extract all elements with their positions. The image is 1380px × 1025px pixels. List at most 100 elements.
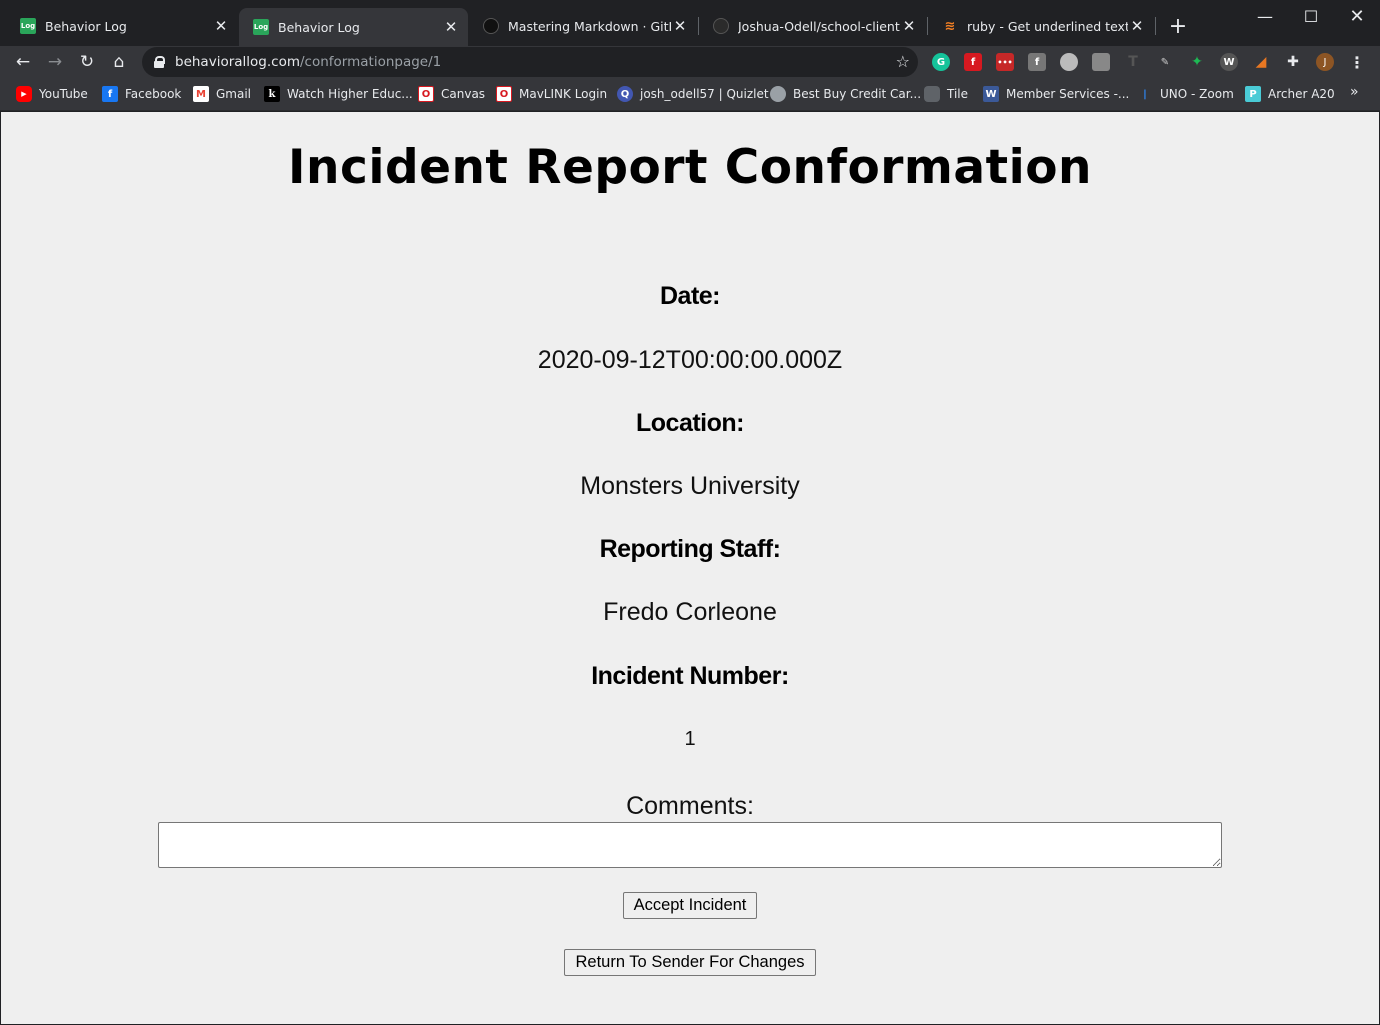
extension-print-icon[interactable] [1092,53,1110,71]
log-favicon-icon: Log [20,18,36,34]
date-label: Date: [659,282,721,310]
extension-red-icon[interactable]: ••• [996,53,1014,71]
extension-pen-icon[interactable]: ✎ [1156,53,1174,71]
incident-number-value: 1 [684,728,696,750]
github-favicon-icon [483,18,499,34]
flash-icon[interactable]: f [964,53,982,71]
url-path: /conformationpage/1 [299,54,442,70]
date-value: 2020-09-12T00:00:00.000Z [537,346,843,374]
bookmark-label: Best Buy Credit Car... [793,87,922,101]
bookmark-label: Member Services -... [1006,87,1130,101]
lock-icon[interactable] [154,56,165,68]
tile-icon [924,86,940,102]
tab-title: Behavior Log [278,19,360,35]
tab-strip: Log Behavior Log ✕ Log Behavior Log ✕ Ma… [0,0,1380,46]
address-bar[interactable]: behaviorallog.com/conformationpage/1 ☆ [142,47,918,77]
github-favicon-icon [713,18,729,34]
bookmark-gmail[interactable]: M Gmail [193,84,251,104]
close-tab-icon[interactable]: ✕ [442,18,460,36]
bookmark-zoom[interactable]: | UNO - Zoom [1137,84,1234,104]
bookmark-label: Tile [947,87,969,101]
close-tab-icon[interactable]: ✕ [1128,17,1146,35]
bookmarks-bar: ▶ YouTube f Facebook M Gmail k Watch Hig… [0,78,1380,111]
tab-title: Joshua-Odell/school-client [738,18,900,34]
bookmark-archer[interactable]: P Archer A20 [1245,84,1335,104]
forward-icon[interactable]: → [42,49,68,75]
member-services-icon: W [983,86,999,102]
close-tab-icon[interactable]: ✕ [212,17,230,35]
reporting-staff-label: Reporting Staff: [599,535,781,563]
bookmark-label: Archer A20 [1268,87,1335,101]
bookmark-canvas[interactable]: O Canvas [418,84,485,104]
browser-tab[interactable]: Log Behavior Log ✕ [6,8,238,44]
url-text[interactable]: behaviorallog.com/conformationpage/1 [175,54,441,70]
location-value: Monsters University [580,472,800,500]
bookmark-star-icon[interactable]: ☆ [896,52,910,71]
extension-square-icon[interactable]: f [1028,53,1046,71]
extensions-puzzle-icon[interactable]: ✚ [1284,53,1302,71]
quizlet-icon: Q [617,86,633,102]
incident-number-label: Incident Number: [591,662,789,690]
bookmark-kanopy[interactable]: k Watch Higher Educ... [264,84,413,104]
browser-tab[interactable]: ≋ ruby - Get underlined text with ✕ [928,8,1154,44]
new-tab-icon[interactable]: + [1166,14,1190,39]
page-content: Incident Report Conformation Date: 2020-… [1,112,1379,1024]
bookmark-facebook[interactable]: f Facebook [102,84,181,104]
bookmark-label: YouTube [39,87,88,101]
comments-label: Comments: [626,792,754,820]
bookmark-label: Canvas [441,87,486,101]
bookmark-label: josh_odell57 | Quizlet [640,87,769,101]
extension-leaf-icon[interactable]: ✦ [1188,53,1206,71]
reporting-staff-value: Fredo Corleone [603,598,777,626]
bookmark-label: Gmail [216,87,252,101]
bookmark-mavlink[interactable]: O MavLINK Login [496,84,607,104]
accept-incident-button[interactable]: Accept Incident [623,892,757,919]
bookmark-label: UNO - Zoom [1160,87,1234,101]
reload-icon[interactable]: ↻ [74,49,100,75]
gmail-icon: M [193,86,209,102]
extension-orange-icon[interactable]: ◢ [1252,53,1270,71]
browser-tab[interactable]: Mastering Markdown · GitHub ✕ [469,8,697,44]
globe-icon [770,86,786,102]
page-title: Incident Report Conformation [288,140,1092,195]
tab-title: Behavior Log [45,18,127,34]
location-label: Location: [636,409,745,437]
maximize-icon[interactable]: ☐ [1288,0,1334,32]
bookmark-youtube[interactable]: ▶ YouTube [16,84,88,104]
bookmark-label: MavLINK Login [519,87,608,101]
bookmark-quizlet[interactable]: Q josh_odell57 | Quizlet [617,84,769,104]
back-icon[interactable]: ← [10,49,36,75]
close-tab-icon[interactable]: ✕ [671,17,689,35]
tab-title: Mastering Markdown · GitHub [508,18,671,34]
tplink-icon: P [1245,86,1261,102]
zoom-icon: | [1143,88,1147,100]
profile-avatar[interactable]: J [1316,53,1334,71]
extension-circle-icon[interactable] [1060,53,1078,71]
extension-t-icon[interactable]: T [1124,53,1142,71]
bookmark-member-services[interactable]: W Member Services -... [983,84,1129,104]
extension-w-icon[interactable]: W [1220,53,1238,71]
bookmark-label: Watch Higher Educ... [287,87,413,101]
home-icon[interactable]: ⌂ [106,49,132,75]
return-to-sender-button[interactable]: Return To Sender For Changes [564,949,816,976]
close-window-icon[interactable]: ✕ [1334,0,1380,32]
menu-kebab-icon[interactable]: ⋮ [1348,53,1366,72]
browser-tab-active[interactable]: Log Behavior Log ✕ [239,8,468,46]
comments-textarea[interactable] [158,822,1222,868]
browser-toolbar: ← → ↻ ⌂ behaviorallog.com/conformationpa… [0,46,1380,78]
browser-tab[interactable]: Joshua-Odell/school-client ✕ [699,8,926,44]
unomaha-icon: O [496,86,512,102]
grammarly-icon[interactable]: G [932,53,950,71]
stackoverflow-favicon-icon: ≋ [944,18,956,34]
bookmark-tile[interactable]: Tile [924,84,968,104]
tab-separator [1155,17,1156,35]
tab-title: ruby - Get underlined text with [967,18,1128,34]
bookmark-bestbuy[interactable]: Best Buy Credit Car... [770,84,921,104]
minimize-icon[interactable]: — [1242,0,1288,32]
unomaha-icon: O [418,86,434,102]
url-domain: behaviorallog.com [175,54,300,70]
more-bookmarks-icon[interactable]: » [1350,84,1359,100]
kanopy-icon: k [264,86,280,102]
close-tab-icon[interactable]: ✕ [900,17,918,35]
bookmark-label: Facebook [125,87,182,101]
